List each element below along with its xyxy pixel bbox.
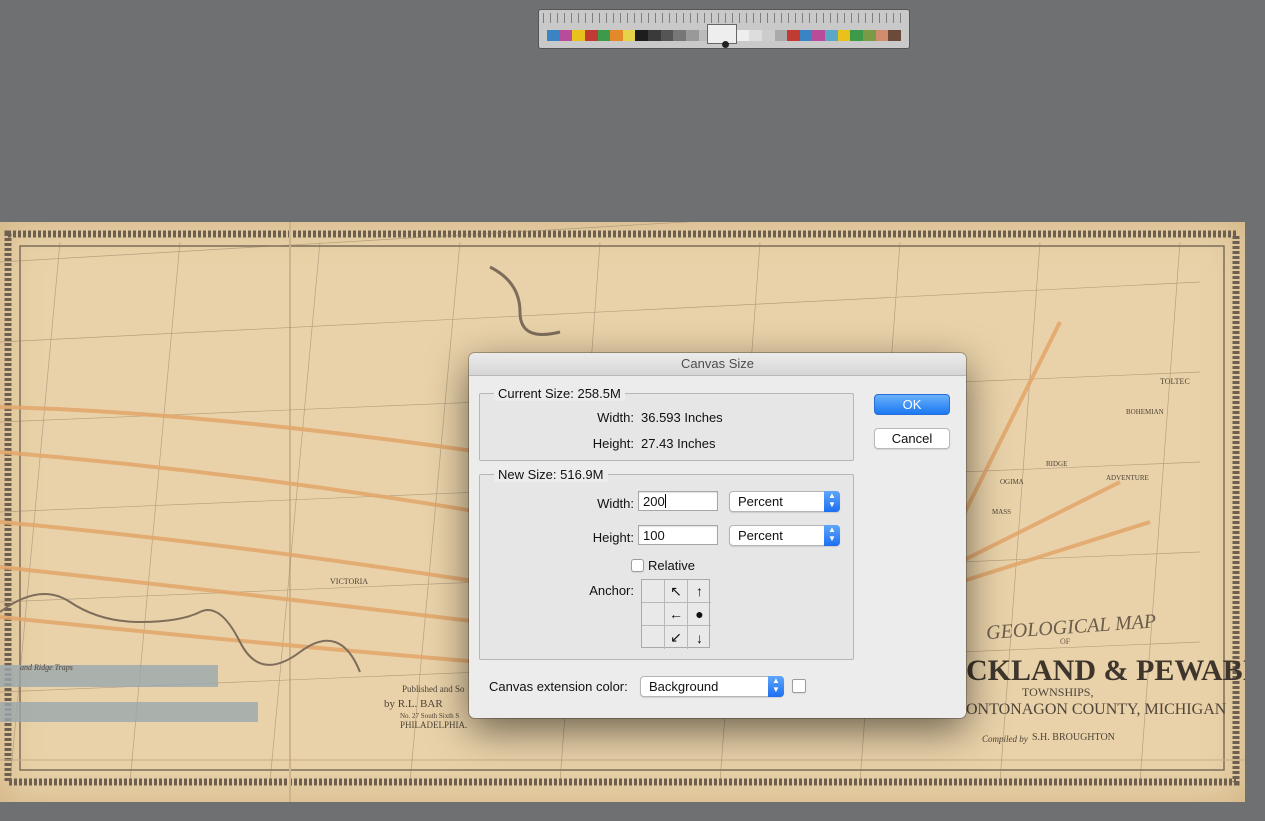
map-title-townships: TOWNSHIPS, bbox=[1022, 685, 1093, 699]
map-title-main: CKLAND & PEWABIC bbox=[966, 654, 1245, 687]
width-unit-select[interactable]: Percent ▲ ▼ bbox=[729, 491, 840, 512]
anchor-cell-middle-left[interactable] bbox=[642, 603, 665, 626]
extension-color-value: Background bbox=[649, 679, 719, 694]
current-height-value: 27.43 Inches bbox=[641, 436, 716, 451]
map-label-mass: MASS bbox=[992, 508, 1011, 516]
height-input[interactable]: 100 bbox=[638, 525, 718, 545]
map-label-bohemian: BOHEMIAN bbox=[1126, 408, 1164, 416]
anchor-cell-bottom-left[interactable] bbox=[642, 626, 665, 649]
width-unit-value: Percent bbox=[738, 494, 783, 509]
cancel-button[interactable]: Cancel bbox=[874, 428, 950, 449]
height-unit-value: Percent bbox=[738, 528, 783, 543]
checker-label bbox=[707, 24, 737, 44]
ruler-ticks bbox=[543, 13, 905, 23]
map-label-victoria: VICTORIA bbox=[330, 577, 368, 586]
anchor-cell-top-left[interactable] bbox=[642, 580, 665, 603]
map-label-ridge: RIDGE bbox=[1046, 460, 1067, 468]
dialog-title[interactable]: Canvas Size bbox=[469, 353, 966, 376]
new-width-label: Width: bbox=[597, 496, 634, 511]
map-published: Published and So bbox=[402, 684, 465, 694]
current-width-value: 36.593 Inches bbox=[641, 410, 723, 425]
map-compiled-by: Compiled by bbox=[982, 734, 1028, 744]
anchor-center-dot-icon[interactable]: ● bbox=[688, 603, 711, 626]
extension-color-select[interactable]: Background ▲ ▼ bbox=[640, 676, 784, 697]
map-publisher-city: PHILADELPHIA. bbox=[400, 720, 467, 730]
map-label-adventure: ADVENTURE bbox=[1106, 474, 1149, 482]
map-title: GEOLOGICAL MAP bbox=[985, 610, 1156, 644]
map-title-of: OF bbox=[1060, 637, 1071, 646]
map-title-county: ONTONAGON COUNTY, MICHIGAN bbox=[966, 701, 1227, 718]
new-height-label: Height: bbox=[592, 530, 634, 545]
color-checker-target bbox=[538, 9, 910, 49]
width-input-value: 200 bbox=[643, 494, 665, 509]
map-publisher: by R.L. BAR bbox=[384, 698, 443, 710]
map-profile-caption: and Ridge Traps bbox=[20, 663, 73, 672]
relative-label[interactable]: Relative bbox=[648, 558, 695, 573]
arrow-down-left-icon[interactable]: ↙ bbox=[665, 626, 688, 649]
text-caret bbox=[664, 494, 666, 508]
updown-chevron-icon: ▲ ▼ bbox=[824, 525, 840, 546]
current-height-label: Height: bbox=[592, 436, 634, 451]
arrow-up-left-icon[interactable]: ↖ bbox=[665, 580, 688, 603]
arrow-left-icon[interactable]: ← bbox=[665, 603, 688, 626]
height-input-value: 100 bbox=[643, 528, 665, 543]
width-input[interactable]: 200 bbox=[638, 491, 718, 511]
checker-center-dot bbox=[722, 41, 729, 48]
current-size-label: Current Size: 258.5M bbox=[494, 386, 625, 401]
updown-chevron-icon: ▲ ▼ bbox=[768, 676, 784, 697]
relative-checkbox[interactable] bbox=[631, 559, 644, 572]
arrow-up-icon[interactable]: ↑ bbox=[688, 580, 711, 603]
extension-color-swatch[interactable] bbox=[792, 679, 806, 693]
current-width-label: Width: bbox=[597, 410, 634, 425]
extension-color-label: Canvas extension color: bbox=[489, 679, 628, 694]
arrow-down-icon[interactable]: ↓ bbox=[688, 626, 711, 649]
updown-chevron-icon: ▲ ▼ bbox=[824, 491, 840, 512]
ok-button[interactable]: OK bbox=[874, 394, 950, 415]
anchor-grid: ↖ ↑ ← ● ↙ ↓ bbox=[641, 579, 711, 649]
map-label-toltec: TOLTEC bbox=[1160, 377, 1190, 386]
anchor-label: Anchor: bbox=[589, 583, 634, 598]
height-unit-select[interactable]: Percent ▲ ▼ bbox=[729, 525, 840, 546]
map-label-ogima: OGIMA bbox=[1000, 478, 1024, 486]
map-publisher-address: No. 27 South Sixth S bbox=[400, 712, 459, 720]
canvas-size-dialog: Canvas Size OK Cancel Current Size: 258.… bbox=[469, 353, 966, 718]
map-author: S.H. BROUGHTON bbox=[1032, 732, 1115, 743]
new-size-label: New Size: 516.9M bbox=[494, 467, 608, 482]
current-size-group: Current Size: 258.5M Width: 36.593 Inche… bbox=[479, 386, 854, 461]
